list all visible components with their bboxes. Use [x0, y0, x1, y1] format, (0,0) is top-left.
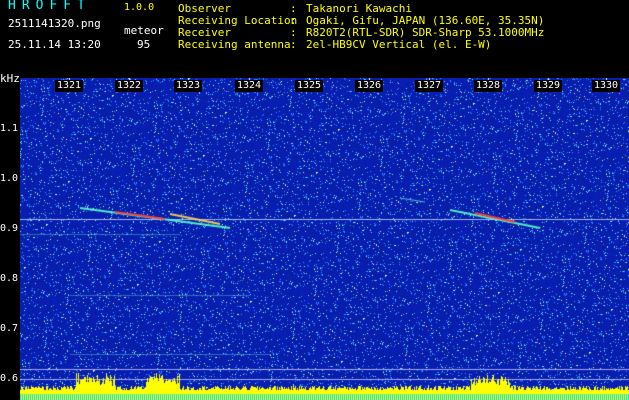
info-separator: : — [290, 38, 297, 51]
y-tick-label: 0.7 — [0, 323, 19, 334]
x-tick-label: 1321 — [54, 80, 84, 92]
mode-count: 95 — [137, 38, 151, 51]
info-value: 2el-HB9CV Vertical (el. E-W) — [306, 38, 492, 51]
x-tick-label: 1329 — [533, 80, 563, 92]
axis-unit: kHz — [0, 72, 20, 85]
hrofft-window: HROFFT 1.0.0 2511141320.png 25.11.14 13:… — [0, 0, 629, 400]
x-tick-label: 1324 — [234, 80, 264, 92]
mode-label: meteor — [124, 24, 164, 37]
x-tick-label: 1325 — [294, 80, 324, 92]
y-tick-label: 0.6 — [0, 373, 19, 384]
x-tick-label: 1326 — [354, 80, 384, 92]
x-tick-label: 1330 — [591, 80, 621, 92]
y-tick-label: 1.0 — [0, 173, 19, 184]
y-tick-label: 0.9 — [0, 223, 19, 234]
app-version: 1.0.0 — [124, 2, 155, 13]
app-title: HROFFT — [8, 0, 91, 13]
waterfall-spectrogram — [20, 78, 629, 400]
x-tick-label: 1327 — [414, 80, 444, 92]
y-tick-label: 0.8 — [0, 273, 19, 284]
capture-datetime: 25.11.14 13:20 — [8, 38, 101, 51]
x-tick-label: 1328 — [473, 80, 503, 92]
x-tick-label: 1323 — [173, 80, 203, 92]
x-tick-label: 1322 — [114, 80, 144, 92]
info-key: Receiving antenna — [178, 38, 291, 51]
capture-filename: 2511141320.png — [8, 17, 101, 30]
y-tick-label: 1.1 — [0, 123, 19, 134]
